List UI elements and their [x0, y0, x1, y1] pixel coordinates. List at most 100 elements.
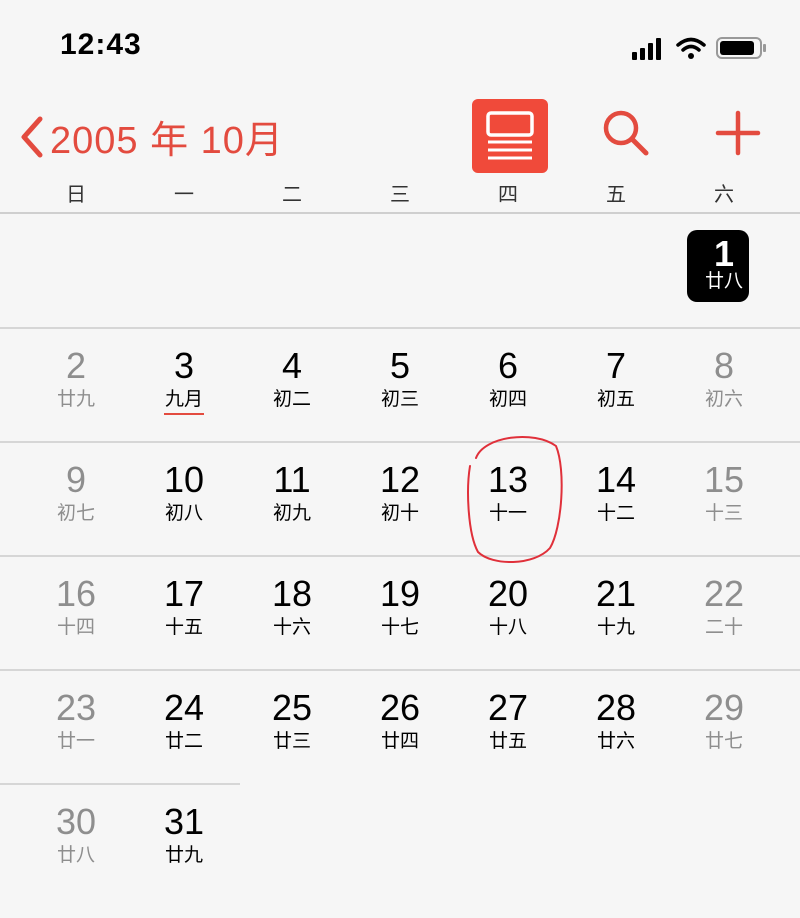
plus-icon[interactable]	[710, 105, 766, 161]
day-cell-1[interactable]: 1 廿八	[670, 214, 778, 326]
lunar-date: 廿三	[272, 731, 311, 752]
lunar-date: 廿八	[56, 845, 95, 866]
day-cell-12[interactable]: 12 初十	[346, 442, 454, 554]
day-cell-22[interactable]: 22 二十	[670, 556, 778, 668]
day-number: 6	[497, 345, 519, 386]
day-number: 22	[703, 573, 745, 614]
day-number: 28	[595, 687, 637, 728]
lunar-date: 廿二	[164, 731, 203, 752]
day-cell-11[interactable]: 11 初九	[238, 442, 346, 554]
lunar-date: 十七	[380, 617, 419, 638]
lunar-date: 初七	[56, 503, 95, 524]
day-number: 8	[713, 345, 735, 386]
lunar-date: 廿九	[164, 845, 203, 866]
lunar-date: 初五	[596, 389, 635, 410]
lunar-date: 十六	[272, 617, 311, 638]
day-number: 7	[605, 345, 627, 386]
day-number: 19	[379, 573, 421, 614]
day-cell-18[interactable]: 18 十六	[238, 556, 346, 668]
day-number: 11	[273, 459, 311, 500]
lunar-date: 二十	[704, 617, 743, 638]
search-icon[interactable]	[598, 105, 654, 161]
lunar-date: 十四	[56, 617, 95, 638]
day-cell-6[interactable]: 6 初四	[454, 328, 562, 440]
lunar-date: 初三	[380, 389, 419, 410]
day-number: 20	[487, 573, 529, 614]
day-cell-4[interactable]: 4 初二	[238, 328, 346, 440]
calendar-nav-bar: 2005 年 10月	[0, 95, 800, 175]
day-number: 31	[163, 801, 205, 842]
day-number: 16	[55, 573, 97, 614]
day-cell-27[interactable]: 27 廿五	[454, 670, 562, 782]
day-cell-24[interactable]: 24 廿二	[130, 670, 238, 782]
chevron-left-icon	[21, 116, 43, 157]
lunar-date: 廿一	[56, 731, 95, 752]
day-number: 27	[487, 687, 529, 728]
day-cell-3[interactable]: 3 九月	[130, 328, 238, 440]
back-to-year-button[interactable]: 2005 年 10月	[18, 109, 284, 164]
day-number: 15	[703, 459, 745, 500]
battery-icon	[716, 37, 766, 59]
lunar-date: 十九	[596, 617, 635, 638]
lunar-date: 十三	[704, 503, 743, 524]
day-cell-30[interactable]: 30 廿八	[22, 784, 130, 896]
day-cell-19[interactable]: 19 十七	[346, 556, 454, 668]
lunar-date: 廿七	[704, 731, 743, 752]
lunar-date: 廿六	[596, 731, 635, 752]
lunar-date: 廿九	[56, 389, 95, 410]
day-number: 30	[55, 801, 97, 842]
day-number: 13	[487, 459, 529, 500]
status-time: 12:43	[60, 28, 142, 61]
month-title: 2005 年 10月	[50, 120, 284, 162]
day-cell-14[interactable]: 14 十二	[562, 442, 670, 554]
day-cell-29[interactable]: 29 廿七	[670, 670, 778, 782]
day-cell-7[interactable]: 7 初五	[562, 328, 670, 440]
day-cell-5[interactable]: 5 初三	[346, 328, 454, 440]
day-number: 25	[271, 687, 313, 728]
lunar-date: 初十	[380, 503, 419, 524]
day-cell-10[interactable]: 10 初八	[130, 442, 238, 554]
day-number: 5	[389, 345, 411, 386]
lunar-date: 廿四	[380, 731, 419, 752]
weekday-label: 三	[390, 184, 410, 206]
status-bar: 12:43	[0, 0, 800, 95]
day-number: 14	[595, 459, 637, 500]
day-cell-16[interactable]: 16 十四	[22, 556, 130, 668]
list-view-button[interactable]	[472, 99, 548, 173]
day-cell-8[interactable]: 8 初六	[670, 328, 778, 440]
day-number: 21	[595, 573, 637, 614]
day-cell-25[interactable]: 25 廿三	[238, 670, 346, 782]
signal-icon	[632, 38, 661, 60]
day-number: 2	[65, 345, 87, 386]
weekday-label: 四	[498, 184, 518, 206]
weekday-header: 日 一 二 三 四 五 六	[0, 178, 800, 212]
day-number: 1	[713, 233, 735, 274]
day-cell-13[interactable]: 13 十一	[454, 442, 562, 554]
lunar-date: 初四	[488, 389, 527, 410]
day-cell-21[interactable]: 21 十九	[562, 556, 670, 668]
day-number: 9	[65, 459, 87, 500]
day-cell-17[interactable]: 17 十五	[130, 556, 238, 668]
day-cell-20[interactable]: 20 十八	[454, 556, 562, 668]
day-cell-2[interactable]: 2 廿九	[22, 328, 130, 440]
day-cell-9[interactable]: 9 初七	[22, 442, 130, 554]
day-cell-28[interactable]: 28 廿六	[562, 670, 670, 782]
weekday-label: 一	[174, 184, 194, 206]
day-number: 23	[55, 687, 97, 728]
lunar-date: 九月	[164, 389, 203, 410]
lunar-month-underline	[164, 413, 204, 415]
day-cell-31[interactable]: 31 廿九	[130, 784, 238, 896]
day-cell-23[interactable]: 23 廿一	[22, 670, 130, 782]
day-number: 3	[173, 345, 195, 386]
day-number: 4	[281, 345, 303, 386]
weekday-label: 二	[282, 184, 302, 206]
day-number: 26	[379, 687, 421, 728]
day-cell-26[interactable]: 26 廿四	[346, 670, 454, 782]
lunar-date: 初六	[704, 389, 743, 410]
lunar-date: 初九	[272, 503, 311, 524]
day-cell-15[interactable]: 15 十三	[670, 442, 778, 554]
day-number: 29	[703, 687, 745, 728]
weekday-label: 日	[66, 184, 86, 206]
day-number: 17	[163, 573, 205, 614]
list-view-icon	[486, 111, 534, 160]
